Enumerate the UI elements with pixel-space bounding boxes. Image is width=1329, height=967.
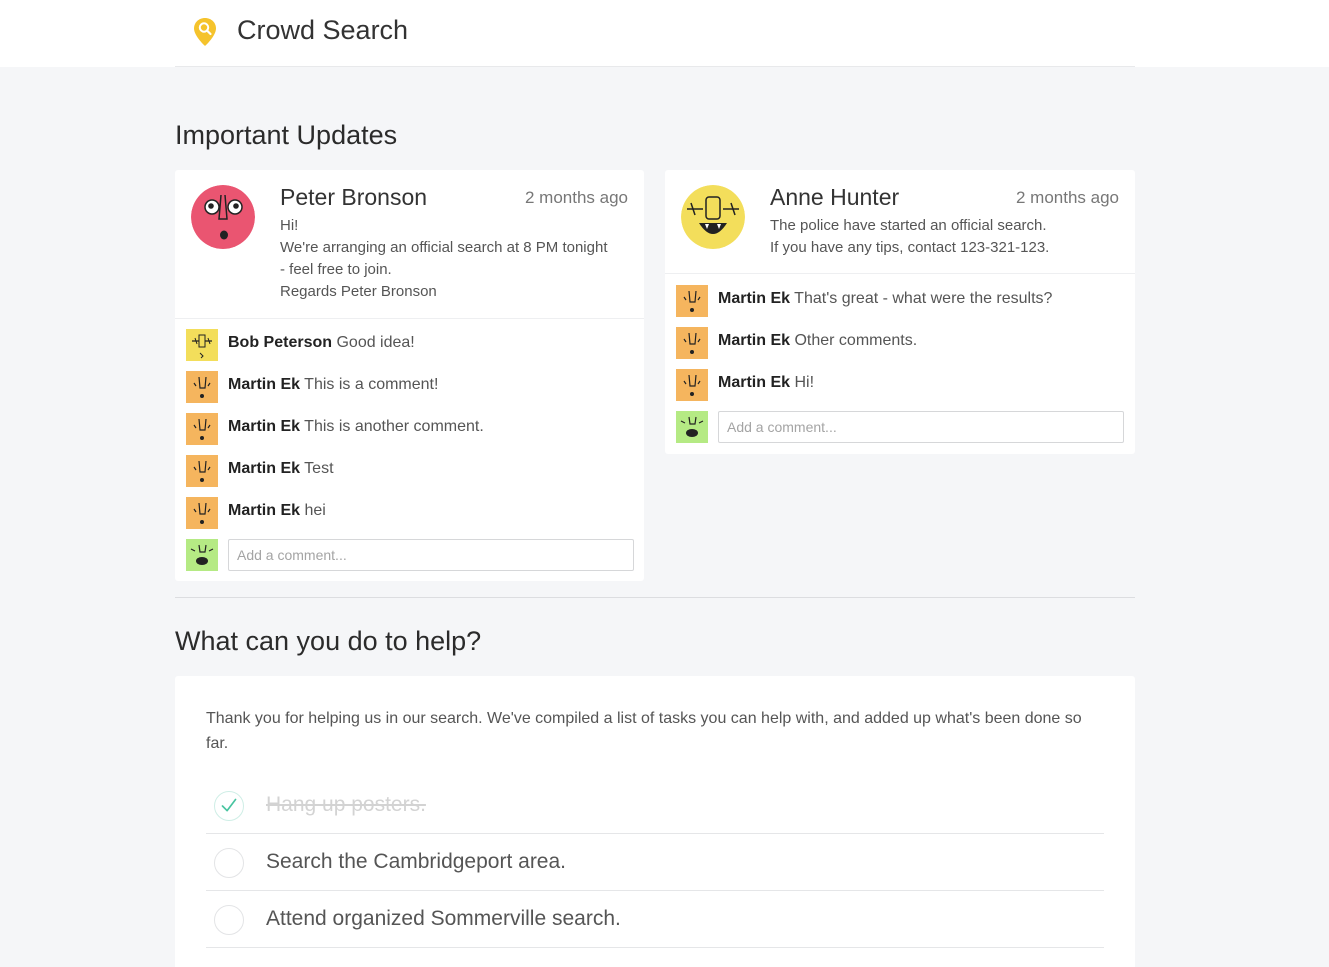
- comment-author[interactable]: Martin Ek: [228, 376, 300, 393]
- comment-body: Hi!: [794, 374, 815, 391]
- face-avatar-icon[interactable]: [676, 411, 708, 443]
- post-line: Regards Peter Bronson: [280, 283, 437, 300]
- task-label: Attend organized Sommerville search.: [266, 907, 621, 930]
- face-avatar-icon[interactable]: [676, 327, 708, 359]
- comment-text: Martin Ek This is a comment!: [228, 376, 438, 394]
- post-line: - feel free to join.: [280, 261, 392, 278]
- face-avatar-icon[interactable]: [676, 285, 708, 317]
- comment-text: Martin Ek Test: [228, 460, 334, 478]
- comment-body: Good idea!: [336, 334, 415, 351]
- post-body: Hi! We're arranging an official search a…: [280, 215, 640, 303]
- task-checkbox[interactable]: [214, 848, 244, 878]
- top-bar: Crowd Search: [0, 0, 1329, 67]
- comment-text: Martin Ek That's great - what were the r…: [718, 290, 1052, 308]
- help-heading: What can you do to help?: [175, 626, 482, 656]
- face-avatar-icon[interactable]: [186, 455, 218, 487]
- post-line: The police have started an official sear…: [770, 217, 1047, 234]
- face-avatar-icon[interactable]: [186, 371, 218, 403]
- task-label: Search the Cambridgeport area.: [266, 850, 566, 873]
- face-avatar-icon[interactable]: [191, 185, 255, 249]
- comment-body: This is another comment.: [304, 418, 484, 435]
- add-comment-input[interactable]: [718, 411, 1124, 443]
- comment-body: This is a comment!: [304, 376, 439, 393]
- comment-author[interactable]: Martin Ek: [718, 374, 790, 391]
- post-line: If you have any tips, contact 123-321-12…: [770, 239, 1050, 256]
- face-avatar-icon[interactable]: [186, 329, 218, 361]
- app-title[interactable]: Crowd Search: [237, 15, 408, 46]
- comment-author[interactable]: Bob Peterson: [228, 334, 332, 351]
- comment-author[interactable]: Martin Ek: [228, 502, 300, 519]
- comment-text: Martin Ek hei: [228, 502, 326, 520]
- face-avatar-icon[interactable]: [186, 539, 218, 571]
- comment-text: Martin Ek Hi!: [718, 374, 814, 392]
- map-pin-search-icon[interactable]: [193, 17, 217, 47]
- face-avatar-icon[interactable]: [186, 413, 218, 445]
- comment-body: hei: [304, 502, 326, 519]
- comment-body: Test: [304, 460, 334, 477]
- comment-text: Martin Ek This is another comment.: [228, 418, 484, 436]
- comment-author[interactable]: Martin Ek: [718, 332, 790, 349]
- task-label: Hang up posters.: [266, 793, 426, 816]
- comment-body: That's great - what were the results?: [794, 290, 1053, 307]
- comment-author[interactable]: Martin Ek: [228, 418, 300, 435]
- task-item[interactable]: Hang up posters.: [206, 777, 1104, 834]
- comment-text: Bob Peterson Good idea!: [228, 334, 415, 352]
- face-avatar-icon[interactable]: [681, 185, 745, 249]
- task-checkbox[interactable]: [214, 791, 244, 821]
- update-card-anne: Anne Hunter 2 months ago The police have…: [665, 170, 1135, 454]
- post-time: 2 months ago: [1015, 188, 1119, 207]
- post-author[interactable]: Anne Hunter: [770, 184, 899, 211]
- help-card: Thank you for helping us in our search. …: [175, 676, 1135, 967]
- updates-heading: Important Updates: [175, 120, 398, 150]
- task-checkbox[interactable]: [214, 905, 244, 935]
- face-avatar-icon[interactable]: [186, 497, 218, 529]
- post-line: Hi!: [280, 217, 299, 234]
- help-intro: Thank you for helping us in our search. …: [206, 710, 1082, 752]
- section-divider: [175, 597, 1135, 598]
- check-icon: [221, 798, 237, 812]
- comment-text: Martin Ek Other comments.: [718, 332, 917, 350]
- post-header: Anne Hunter 2 months ago The police have…: [665, 170, 1135, 274]
- post-header: Peter Bronson 2 months ago Hi! We're arr…: [175, 170, 644, 319]
- top-bar-inner: Crowd Search: [175, 0, 1135, 67]
- task-item[interactable]: Search the Cambridgeport area.: [206, 834, 1104, 891]
- update-card-peter: Peter Bronson 2 months ago Hi! We're arr…: [175, 170, 644, 581]
- post-line: We're arranging an official search at 8 …: [280, 239, 608, 256]
- comment-author[interactable]: Martin Ek: [228, 460, 300, 477]
- post-time: 2 months ago: [524, 188, 628, 207]
- add-comment-input[interactable]: [228, 539, 634, 571]
- comment-author[interactable]: Martin Ek: [718, 290, 790, 307]
- post-author[interactable]: Peter Bronson: [280, 184, 427, 211]
- post-body: The police have started an official sear…: [770, 215, 1130, 259]
- comment-body: Other comments.: [794, 332, 918, 349]
- task-item[interactable]: Attend organized Sommerville search.: [206, 891, 1104, 948]
- face-avatar-icon[interactable]: [676, 369, 708, 401]
